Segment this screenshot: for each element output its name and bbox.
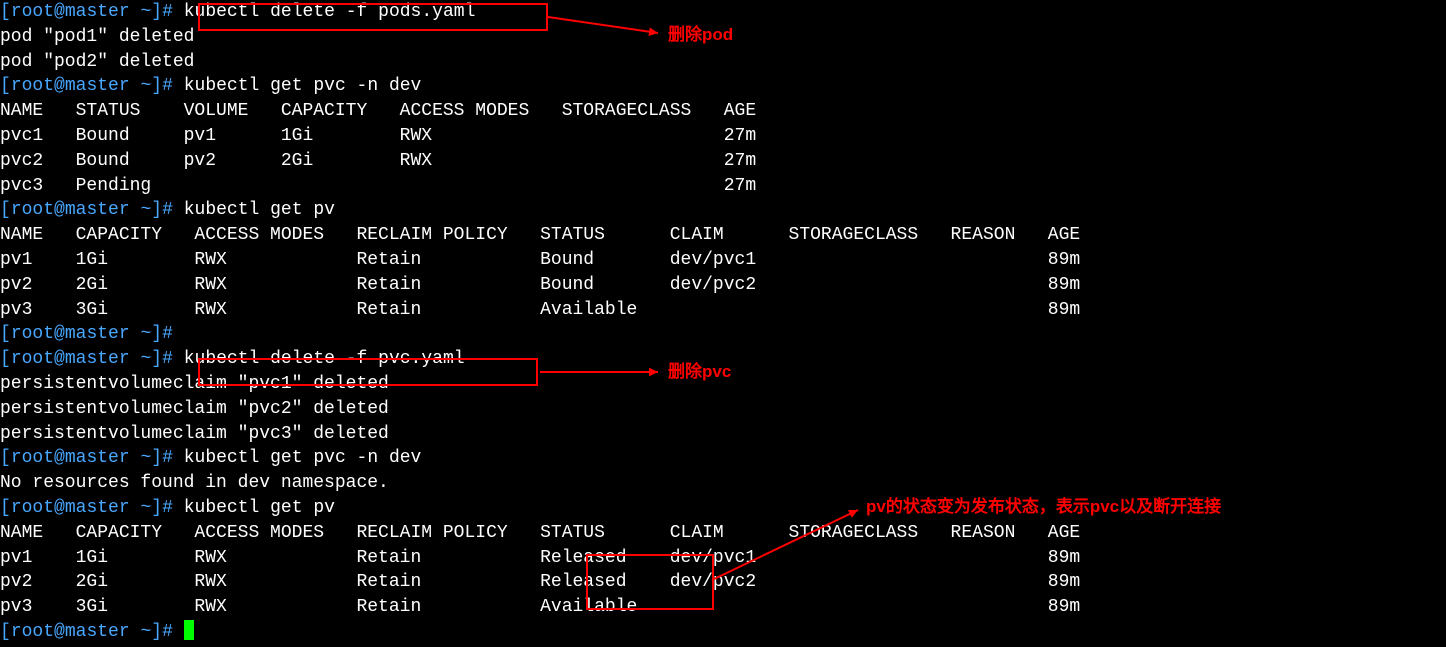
terminal-output: [root@master ~]# kubectl delete -f pods.… — [0, 0, 1080, 645]
annotation-delete-pod: 删除pod — [668, 23, 733, 48]
cursor — [184, 620, 194, 640]
annotation-released-status: pv的状态变为发布状态，表示pvc以及断开连接 — [866, 495, 1221, 520]
annotation-delete-pvc: 删除pvc — [668, 360, 731, 385]
